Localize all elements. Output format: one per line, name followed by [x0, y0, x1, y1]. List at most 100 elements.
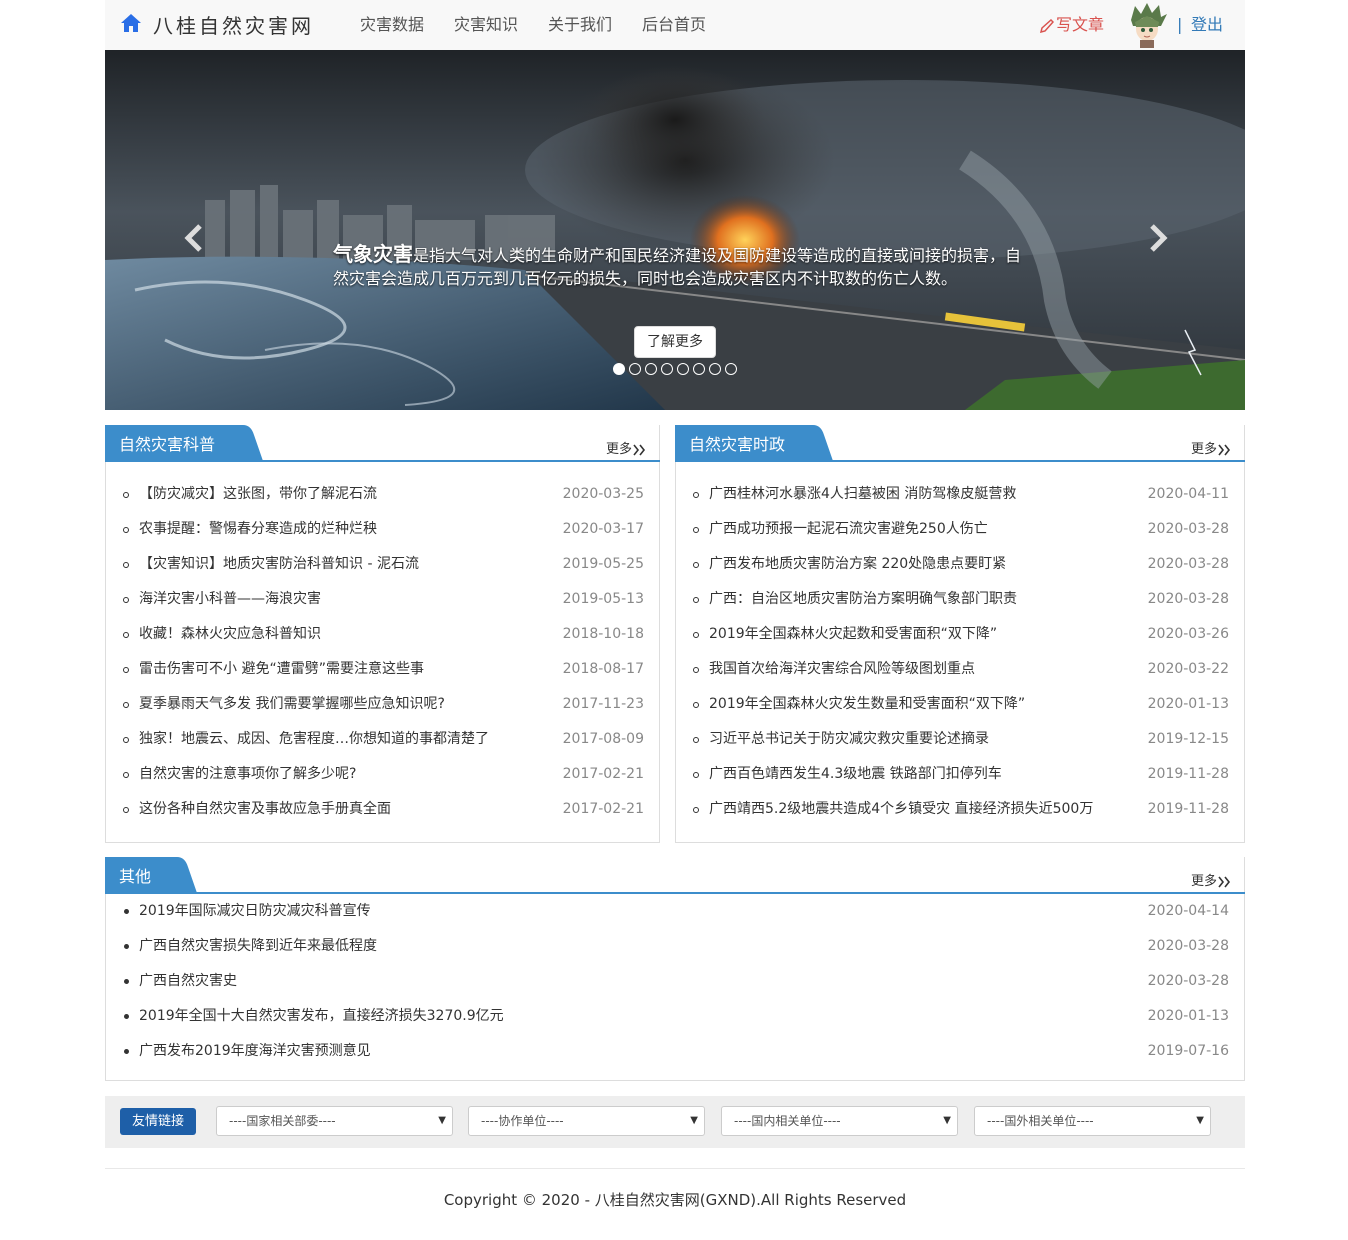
science-panel-header: 自然灾害科普 更多: [105, 425, 660, 462]
friend-links-bar: 友情链接 ----国家相关部委---- ▼ ----协作单位---- ▼ ----国…: [105, 1096, 1245, 1148]
list-item: 这份各种自然灾害及事故应急手册真全面 2017-02-21: [106, 792, 659, 827]
article-link[interactable]: 【防灾减灾】这张图，带你了解泥石流: [139, 477, 377, 512]
select-foreign-units[interactable]: ----国外相关单位---- ▼: [974, 1106, 1211, 1136]
list-item: 【灾害知识】地质灾害防治科普知识 - 泥石流 2019-05-25: [106, 547, 659, 582]
main-nav: 灾害数据 灾害知识 关于我们 后台首页: [345, 0, 721, 50]
site-brand[interactable]: 八桂自然灾害网: [153, 10, 314, 39]
carousel-indicator-dot[interactable]: [661, 363, 673, 375]
friend-links-label: 友情链接: [120, 1108, 196, 1135]
carousel-indicator-dot[interactable]: [725, 363, 737, 375]
article-link[interactable]: 夏季暴雨天气多发 我们需要掌握哪些应急知识呢?: [139, 687, 445, 722]
article-link[interactable]: 【灾害知识】地质灾害防治科普知识 - 泥石流: [139, 547, 419, 582]
article-date: 2018-08-17: [562, 661, 644, 677]
learn-more-button[interactable]: 了解更多: [634, 326, 716, 358]
article-date: 2020-03-28: [1147, 556, 1229, 572]
article-link[interactable]: 广西发布地质灾害防治方案 220处隐患点要盯紧: [709, 547, 1006, 582]
article-link[interactable]: 海洋灾害小科普——海浪灾害: [139, 582, 321, 617]
article-link[interactable]: 2019年全国十大自然灾害发布，直接经济损失3270.9亿元: [139, 999, 504, 1034]
science-panel: 自然灾害科普 更多 【防灾减灾】这张图，带你了解泥石流 2020-03-25 农事提…: [105, 425, 660, 843]
other-panel-title: 其他: [119, 867, 152, 886]
article-link[interactable]: 农事提醒：警惕春分寒造成的烂种烂秧: [139, 512, 377, 547]
top-navbar: 八桂自然灾害网 灾害数据 灾害知识 关于我们 后台首页 写文章 | 登出: [105, 0, 1245, 50]
select-value: ----国家相关部委----: [229, 1114, 336, 1128]
nav-item-disaster-data[interactable]: 灾害数据: [345, 0, 439, 50]
pen-icon: [1039, 18, 1055, 33]
article-link[interactable]: 这份各种自然灾害及事故应急手册真全面: [139, 792, 391, 827]
article-link[interactable]: 雷击伤害可不小 避免“遭雷劈”需要注意这些事: [139, 652, 424, 687]
list-bullet: [124, 909, 129, 914]
list-bullet: [124, 1014, 129, 1019]
other-list: 2019年国际减灾日防灾减灾科普宣传 2020-04-14 广西自然灾害损失降到近年…: [106, 894, 1244, 1069]
science-panel-title: 自然灾害科普: [119, 435, 216, 454]
list-item: 我国首次给海洋灾害综合风险等级图划重点 2020-03-22: [676, 652, 1244, 687]
article-date: 2019-11-28: [1147, 766, 1229, 782]
article-link[interactable]: 广西自然灾害损失降到近年来最低程度: [139, 929, 377, 964]
article-date: 2020-01-13: [1147, 1008, 1229, 1024]
article-link[interactable]: 收藏！森林火灾应急科普知识: [139, 617, 321, 652]
article-date: 2018-10-18: [562, 626, 644, 642]
other-panel-header: 其他 更多: [105, 857, 1245, 894]
carousel-indicator-dot[interactable]: [709, 363, 721, 375]
politics-more-link[interactable]: 更多: [1191, 438, 1231, 457]
article-link[interactable]: 广西发布2019年度海洋灾害预测意见: [139, 1034, 371, 1069]
list-bullet: [123, 632, 129, 638]
article-link[interactable]: 广西桂林河水暴涨4人扫墓被困 消防驾橡皮艇营救: [709, 477, 1016, 512]
select-domestic-units[interactable]: ----国内相关单位---- ▼: [721, 1106, 958, 1136]
carousel-indicators: [613, 363, 737, 375]
carousel-indicator-dot[interactable]: [693, 363, 705, 375]
list-item: 广西：自治区地质灾害防治方案明确气象部门职责 2020-03-28: [676, 582, 1244, 617]
user-avatar[interactable]: [1125, 2, 1169, 48]
select-national-departments[interactable]: ----国家相关部委---- ▼: [216, 1106, 453, 1136]
article-date: 2020-03-17: [562, 521, 644, 537]
logout-link[interactable]: 登出: [1191, 0, 1223, 50]
list-bullet: [123, 772, 129, 778]
article-link[interactable]: 广西百色靖西发生4.3级地震 铁路部门扣停列车: [709, 757, 1002, 792]
double-chevron-right-icon: [1218, 444, 1231, 455]
carousel-indicator-dot[interactable]: [613, 363, 625, 375]
carousel-prev-icon[interactable]: [175, 218, 215, 258]
article-link[interactable]: 2019年国际减灾日防灾减灾科普宣传: [139, 894, 371, 929]
double-chevron-right-icon: [633, 444, 646, 455]
select-partner-units[interactable]: ----协作单位---- ▼: [468, 1106, 705, 1136]
article-date: 2020-03-28: [1147, 521, 1229, 537]
list-bullet: [693, 562, 699, 568]
article-date: 2019-05-25: [562, 556, 644, 572]
science-more-link[interactable]: 更多: [606, 438, 646, 457]
copyright-text: Copyright © 2020 - 八桂自然灾害网(GXND).All Rig…: [443, 1191, 907, 1209]
list-bullet: [123, 702, 129, 708]
article-date: 2020-04-11: [1147, 486, 1229, 502]
article-link[interactable]: 我国首次给海洋灾害综合风险等级图划重点: [709, 652, 975, 687]
article-date: 2019-05-13: [562, 591, 644, 607]
home-icon[interactable]: [119, 11, 143, 35]
write-article-link[interactable]: 写文章: [1039, 0, 1104, 50]
nav-item-admin-home[interactable]: 后台首页: [627, 0, 721, 50]
nav-item-disaster-knowledge[interactable]: 灾害知识: [439, 0, 533, 50]
more-label: 更多: [1190, 874, 1217, 889]
nav-item-about-us[interactable]: 关于我们: [533, 0, 627, 50]
politics-list: 广西桂林河水暴涨4人扫墓被困 消防驾橡皮艇营救 2020-04-11 广西成功预报一…: [676, 477, 1244, 827]
list-bullet: [693, 702, 699, 708]
article-date: 2020-03-26: [1147, 626, 1229, 642]
article-link[interactable]: 独家！地震云、成因、危害程度…你想知道的事都清楚了: [139, 722, 489, 757]
article-date: 2020-03-28: [1147, 973, 1229, 989]
article-link[interactable]: 2019年全国森林火灾起数和受害面积“双下降”: [709, 617, 997, 652]
article-date: 2017-02-21: [562, 801, 644, 817]
article-link[interactable]: 广西靖西5.2级地震共造成4个乡镇受灾 直接经济损失近500万: [709, 792, 1093, 827]
article-link[interactable]: 自然灾害的注意事项你了解多少呢?: [139, 757, 356, 792]
carousel-caption: 气象灾害是指大气对人类的生命财产和国民经济建设及国防建设等造成的直接或间接的损害…: [333, 243, 1023, 290]
article-link[interactable]: 广西：自治区地质灾害防治方案明确气象部门职责: [709, 582, 1017, 617]
article-link[interactable]: 2019年全国森林火灾发生数量和受害面积“双下降”: [709, 687, 1025, 722]
carousel-indicator-dot[interactable]: [645, 363, 657, 375]
list-item: 广西成功预报一起泥石流灾害避免250人伤亡 2020-03-28: [676, 512, 1244, 547]
article-link[interactable]: 习近平总书记关于防灾减灾救灾重要论述摘录: [709, 722, 989, 757]
article-link[interactable]: 广西自然灾害史: [139, 964, 237, 999]
carousel-indicator-dot[interactable]: [629, 363, 641, 375]
hero-carousel: 气象灾害是指大气对人类的生命财产和国民经济建设及国防建设等造成的直接或间接的损害…: [105, 50, 1245, 410]
more-label: 更多: [1190, 442, 1217, 457]
caption-body: 是指大气对人类的生命财产和国民经济建设及国防建设等造成的直接或间接的损害，自然灾…: [333, 246, 1022, 288]
article-link[interactable]: 广西成功预报一起泥石流灾害避免250人伤亡: [709, 512, 988, 547]
list-bullet: [693, 527, 699, 533]
carousel-indicator-dot[interactable]: [677, 363, 689, 375]
carousel-next-icon[interactable]: [1137, 218, 1177, 258]
other-more-link[interactable]: 更多: [1191, 870, 1231, 889]
